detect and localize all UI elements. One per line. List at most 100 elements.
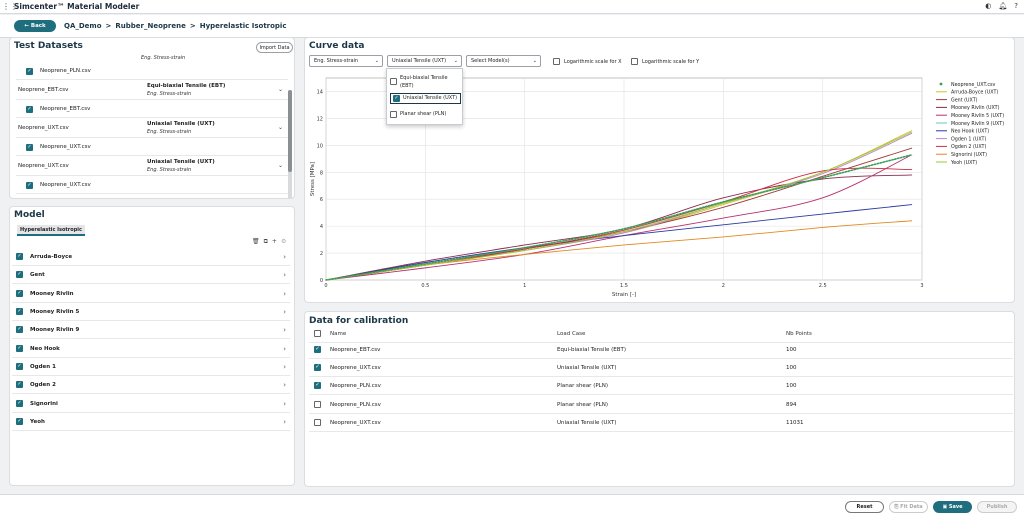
model-toolbar: 🗑︎ ⧉ + ⚙︎ [252, 238, 286, 246]
breadcrumb-material[interactable]: Rubber_Neoprene [115, 22, 185, 30]
model-checkbox[interactable]: ✓ [16, 290, 23, 297]
chevron-down-icon[interactable]: ⌄ [278, 86, 283, 93]
log-x-toggle[interactable]: Logarithmic scale for X [553, 58, 622, 65]
y-axis-label: Stress [MPa] [310, 162, 316, 196]
list-item[interactable]: Neoprene_UXT.csv Uniaxial Tensile (UXT) … [16, 118, 288, 138]
chevron-right-icon[interactable]: › [283, 253, 286, 261]
load-case-select[interactable]: Uniaxial Tensile (UXT) ⌄ [387, 55, 462, 67]
chevron-right-icon[interactable]: › [283, 418, 286, 426]
copy-icon[interactable]: ⧉ [264, 238, 268, 246]
model-item[interactable]: ✓ Gent › [12, 266, 290, 284]
menu-checkbox[interactable] [390, 78, 397, 85]
row-checkbox[interactable]: ✓ [314, 364, 321, 371]
menu-checkbox[interactable] [390, 111, 397, 118]
dataset-checkbox[interactable]: ✓ [26, 68, 33, 75]
model-checkbox[interactable]: ✓ [16, 308, 23, 315]
curve-type-select[interactable]: Eng. Stress-strain ⌄ [309, 55, 383, 67]
table-row[interactable]: Neoprene_PLN.csv Planar shear (PLN) 894 [309, 396, 1013, 414]
theme-toggle-icon[interactable]: ◐ [985, 2, 991, 10]
menu-checkbox[interactable]: ✓ [393, 95, 400, 102]
model-checkbox[interactable]: ✓ [16, 271, 23, 278]
list-item[interactable]: ✓ Neoprene_UXT.csv [16, 138, 288, 156]
model-item[interactable]: ✓ Signorini › [12, 395, 290, 413]
model-item[interactable]: ✓ Ogden 2 › [12, 376, 290, 394]
list-item[interactable]: ✓ Neoprene_UXT.csv [16, 176, 288, 194]
model-checkbox[interactable]: ✓ [16, 400, 23, 407]
row-checkbox[interactable]: ✓ [314, 346, 321, 353]
delete-icon[interactable]: 🗑︎ [252, 238, 260, 246]
legend-label: Mooney Rivlin 5 (UXT) [951, 113, 1004, 119]
chevron-right-icon[interactable]: › [283, 308, 286, 316]
dataset-checkbox[interactable]: ✓ [26, 106, 33, 113]
chevron-right-icon[interactable]: › [283, 290, 286, 298]
help-icon[interactable]: ? [1014, 2, 1018, 10]
table-row[interactable]: ✓ Neoprene_EBT.csv Equi-biaxial Tensile (E… [309, 341, 1013, 359]
model-item[interactable]: ✓ Mooney Rivlin 5 › [12, 303, 290, 321]
model-item[interactable]: ✓ Mooney Rivlin 9 › [12, 321, 290, 339]
dataset-checkbox[interactable]: ✓ [26, 182, 33, 189]
breadcrumb-project[interactable]: QA_Demo [64, 22, 102, 30]
model-checkbox[interactable]: ✓ [16, 253, 23, 260]
model-item[interactable]: ✓ Arruda-Boyce › [12, 248, 290, 266]
x-tick-label: 3 [920, 283, 923, 289]
notifications-icon[interactable]: 🔔︎ [998, 2, 1007, 10]
reset-button[interactable]: Reset [845, 501, 884, 513]
model-item[interactable]: ✓ Ogden 1 › [12, 358, 290, 376]
publish-button[interactable]: Publish [977, 501, 1017, 513]
table-row[interactable]: Neoprene_UXT.csv Uniaxial Tensile (UXT) 11… [309, 414, 1013, 432]
model-checkbox[interactable]: ✓ [16, 345, 23, 352]
chevron-right-icon[interactable]: › [283, 400, 286, 408]
column-header-nb-points[interactable]: Nb Points [786, 331, 812, 337]
curve-data-title: Curve data [309, 41, 365, 51]
column-header-name[interactable]: Name [330, 331, 346, 337]
fit-data-button[interactable]: ⎘ Fit Data [889, 501, 928, 513]
model-item[interactable]: ✓ Neo Hook › [12, 340, 290, 358]
list-item[interactable]: ✓ Neoprene_EBT.csv [16, 100, 288, 118]
settings-icon[interactable]: ⚙︎ [281, 238, 286, 246]
fit-data-icon: ⎘ [894, 504, 899, 510]
back-button[interactable]: ← Back [14, 20, 56, 32]
import-data-button[interactable]: Import Data [256, 42, 293, 53]
model-checkbox[interactable]: ✓ [16, 381, 23, 388]
chevron-down-icon[interactable]: ⌄ [278, 162, 283, 169]
model-item[interactable]: ✓ Yeoh › [12, 413, 290, 431]
apps-grid-icon[interactable]: ⋮⋮ [2, 2, 18, 11]
dataset-checkbox[interactable]: ✓ [26, 144, 33, 151]
chevron-right-icon[interactable]: › [283, 271, 286, 279]
chevron-down-icon[interactable]: ⌄ [278, 124, 283, 131]
dataset-type: Eng. Stress-strain [141, 55, 186, 61]
back-arrow-icon: ← [24, 23, 29, 29]
row-checkbox[interactable] [314, 401, 321, 408]
chevron-right-icon[interactable]: › [283, 326, 286, 334]
select-all-checkbox[interactable] [314, 330, 321, 337]
save-button[interactable]: ▣ Save [933, 501, 972, 513]
column-header-load-case[interactable]: Load Case [557, 331, 585, 337]
log-y-checkbox[interactable] [631, 58, 638, 65]
chevron-down-icon: ⌄ [374, 58, 379, 64]
chevron-right-icon[interactable]: › [283, 381, 286, 389]
list-item[interactable]: ✓ Neoprene_PLN.csv [16, 62, 288, 80]
list-item[interactable]: Neoprene_UXT.csv Uniaxial Tensile (UXT) … [16, 156, 288, 176]
legend-label: Yeoh (UXT) [950, 160, 977, 166]
model-checkbox[interactable]: ✓ [16, 418, 23, 425]
row-checkbox[interactable]: ✓ [314, 382, 321, 389]
table-row[interactable]: ✓ Neoprene_UXT.csv Uniaxial Tensile (UXT) 1… [309, 359, 1013, 377]
scrollbar-thumb[interactable] [288, 90, 292, 172]
model-checkbox[interactable]: ✓ [16, 326, 23, 333]
chevron-right-icon[interactable]: › [283, 345, 286, 353]
add-icon[interactable]: + [272, 238, 277, 246]
list-item[interactable]: Neoprene_EBT.csv Equi-biaxial Tensile (E… [16, 80, 288, 100]
log-y-toggle[interactable]: Logarithmic scale for Y [631, 58, 699, 65]
y-tick-label: 2 [320, 251, 323, 257]
model-checkbox[interactable]: ✓ [16, 363, 23, 370]
model-item[interactable]: ✓ Mooney Rivlin › [12, 285, 290, 303]
table-row[interactable]: ✓ Neoprene_PLN.csv Planar shear (PLN) 100 [309, 377, 1013, 395]
tab-hyperelastic-isotropic[interactable]: Hyperelastic Isotropic [17, 225, 85, 236]
row-checkbox[interactable] [314, 419, 321, 426]
menu-item-ebt[interactable]: Equi-biaxial Tensile (EBT) [390, 74, 450, 90]
chevron-right-icon[interactable]: › [283, 363, 286, 371]
log-x-checkbox[interactable] [553, 58, 560, 65]
model-select[interactable]: Select Model(s) ⌄ [466, 55, 541, 67]
menu-item-uxt[interactable]: ✓ Uniaxial Tensile (UXT) [390, 93, 461, 104]
menu-item-pln[interactable]: Planar shear (PLN) [390, 111, 446, 118]
